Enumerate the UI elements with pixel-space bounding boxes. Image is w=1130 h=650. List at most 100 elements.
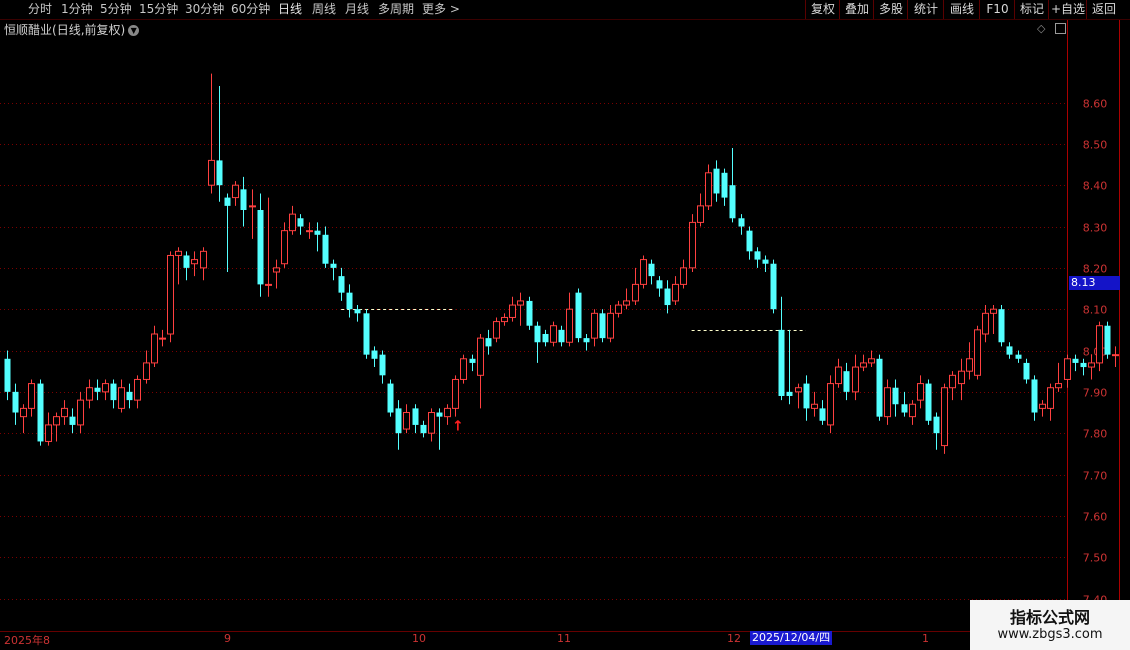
y-tick-label: 8.00 [1083,346,1108,359]
period-tab-1min[interactable]: 1分钟 [61,2,93,17]
chevron-down-icon[interactable]: ▼ [128,25,140,36]
period-tab-more[interactable]: 更多 > [422,2,460,17]
candle [615,300,622,318]
candle [428,408,435,442]
candle [1072,354,1079,372]
candle [819,400,826,425]
candle [354,305,361,322]
candle [102,379,109,401]
candle [526,296,533,330]
date-label-dec: 12 [727,632,741,645]
period-tab-30min[interactable]: 30分钟 [185,2,224,17]
multi-stock-button[interactable]: 多股 [873,0,908,19]
candle [843,362,850,401]
add-favorite-button[interactable]: +自选 [1048,0,1087,19]
period-tab-15min[interactable]: 15分钟 [139,2,178,17]
period-tab-weekly[interactable]: 周线 [312,2,336,17]
candle [224,193,231,272]
candle [966,342,973,380]
stock-name: 恒顺醋业 [4,23,53,37]
candle [118,379,125,413]
candle [803,375,810,421]
candle [509,296,516,322]
candle [485,329,492,355]
candle [933,412,940,450]
candle [257,193,264,297]
stats-button[interactable]: 统计 [907,0,944,19]
candle [1039,400,1046,417]
candle [1047,383,1054,421]
y-tick-label: 8.30 [1083,222,1108,235]
overlay-button[interactable]: 叠加 [839,0,874,19]
candle [998,305,1005,347]
mark-button[interactable]: 标记 [1014,0,1049,19]
candle [175,247,182,285]
fuquan-button[interactable]: 复权 [805,0,840,19]
candle [754,247,761,268]
diamond-icon[interactable]: ◇ [1037,22,1045,35]
candle [721,168,728,206]
candle [94,379,101,401]
candlestick-chart[interactable]: 8.60 8.50 8.40 8.30 8.20 8.10 8.00 7.90 7.80 7.70… [0,0,1130,650]
y-tick-label: 7.60 [1083,511,1108,524]
candle [1096,321,1103,372]
candle [550,321,557,347]
period-tab-60min[interactable]: 60分钟 [231,2,270,17]
candle [412,404,419,434]
candle [159,329,166,347]
candle [126,383,133,409]
candle [827,375,834,434]
candle [167,251,174,343]
candle [648,259,655,285]
candle [45,412,52,446]
candle [183,251,190,281]
candle [1015,350,1022,363]
candle [346,284,353,318]
candle [232,181,239,206]
candle [558,325,565,347]
candle [566,292,573,347]
candle [656,276,663,297]
candle [795,383,802,409]
candle [297,214,304,235]
candle [273,259,280,289]
candle [314,222,321,252]
date-label-sep: 9 [224,632,231,645]
period-tab-multi[interactable]: 多周期 [378,2,414,17]
candle [982,305,989,343]
candle [811,391,818,417]
back-button[interactable]: 返回 [1086,0,1121,19]
candle [713,160,720,202]
date-label-oct: 10 [412,632,426,645]
period-tab-daily[interactable]: 日线 [278,2,302,17]
candle [835,358,842,388]
candle [289,205,296,235]
candle [583,333,590,351]
f10-button[interactable]: F10 [979,0,1015,19]
candle [28,379,35,417]
candle [1055,362,1062,392]
candle [371,346,378,368]
date-label-nov: 11 [557,632,571,645]
selected-date-box: 2025/12/04/四 [750,631,833,645]
candle [884,379,891,425]
candle [909,400,916,425]
candle [689,214,696,272]
candle [542,329,549,347]
period-tab-fenshi[interactable]: 分时 [28,2,52,17]
y-tick-label: 8.60 [1083,98,1108,111]
candle [607,305,614,343]
candle [517,292,524,326]
candle [729,148,736,223]
period-tab-5min[interactable]: 5分钟 [100,2,132,17]
draw-line-button[interactable]: 画线 [943,0,980,19]
candle [1088,354,1095,380]
candle [216,86,223,202]
chart-title: 恒顺醋业(日线,前复权) ▼ [4,21,140,38]
period-tab-monthly[interactable]: 月线 [345,2,369,17]
right-side-panel [1120,20,1130,630]
candle [477,333,484,409]
panel-toggle-icon[interactable] [1055,23,1066,34]
y-tick-label: 8.40 [1083,180,1108,193]
candle [762,255,769,272]
